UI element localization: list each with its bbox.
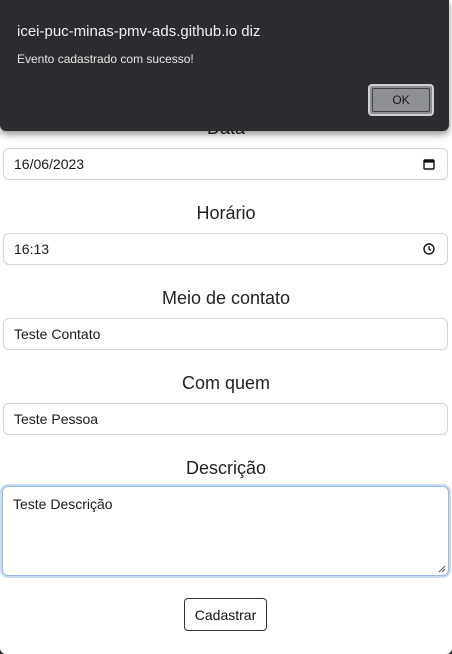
- clock-icon[interactable]: [421, 241, 437, 257]
- descricao-value: Teste Descrição: [13, 496, 113, 512]
- descricao-textarea[interactable]: Teste Descrição: [2, 486, 449, 576]
- date-input[interactable]: 16/06/2023: [3, 148, 448, 180]
- ok-button[interactable]: OK: [368, 84, 434, 116]
- descricao-label: Descrição: [185, 458, 267, 478]
- resize-grip-icon[interactable]: [438, 565, 446, 573]
- cadastrar-button[interactable]: Cadastrar: [184, 598, 267, 631]
- horario-label: Horário: [196, 203, 256, 223]
- meio-contato-input[interactable]: Teste Contato: [3, 318, 448, 350]
- ok-button-label: OK: [392, 93, 410, 107]
- date-input-value: 16/06/2023: [14, 156, 85, 172]
- meio-contato-value: Teste Contato: [14, 326, 101, 342]
- time-input[interactable]: 16:13: [3, 233, 448, 265]
- calendar-icon[interactable]: [421, 156, 437, 172]
- time-input-value: 16:13: [14, 241, 50, 257]
- com-quem-value: Teste Pessoa: [14, 411, 99, 427]
- com-quem-label: Com quem: [181, 373, 271, 393]
- dialog-title: icei-puc-minas-pmv-ads.github.io diz: [17, 23, 261, 40]
- alert-dialog: icei-puc-minas-pmv-ads.github.io diz Eve…: [0, 0, 449, 131]
- dialog-message: Evento cadastrado com sucesso!: [17, 52, 194, 66]
- meio-contato-label: Meio de contato: [161, 288, 291, 308]
- com-quem-input[interactable]: Teste Pessoa: [3, 403, 448, 435]
